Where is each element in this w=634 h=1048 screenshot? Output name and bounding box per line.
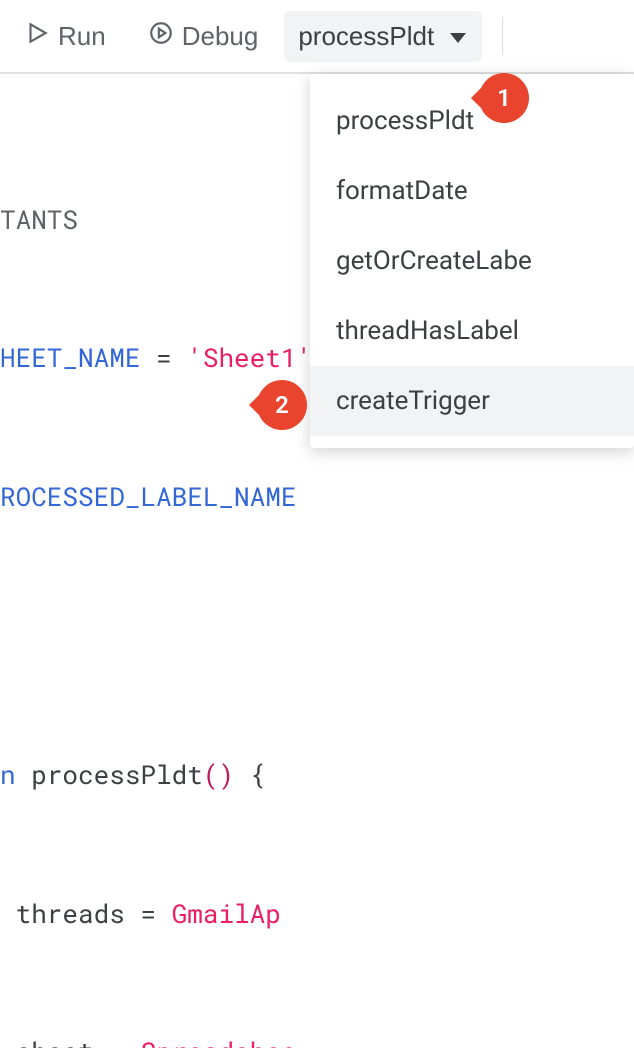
selected-function: processPldt	[298, 21, 434, 52]
debug-button[interactable]: Debug	[132, 10, 275, 63]
function-select-dropdown[interactable]: processPldt	[284, 11, 482, 62]
chevron-down-icon	[448, 21, 468, 52]
dropdown-item-threadHasLabel[interactable]: threadHasLabel	[310, 296, 634, 366]
code-const: HEET_NAME	[0, 341, 140, 375]
debug-label: Debug	[182, 21, 259, 52]
toolbar-divider	[502, 17, 503, 55]
annotation-callout-1: 1	[479, 73, 529, 123]
code-const: ROCESSED_LABEL_NAME	[0, 480, 296, 514]
run-button[interactable]: Run	[8, 10, 122, 63]
debug-icon	[148, 20, 174, 53]
annotation-callout-2: 2	[257, 380, 307, 430]
toolbar: Run Debug processPldt	[0, 0, 634, 74]
code-string: 'Sheet1'	[187, 341, 312, 375]
dropdown-item-getOrCreateLabel[interactable]: getOrCreateLabe	[310, 226, 634, 296]
code-comment: TANTS	[0, 203, 78, 237]
function-dropdown-menu: processPldt formatDate getOrCreateLabe t…	[310, 74, 634, 448]
run-label: Run	[58, 21, 106, 52]
play-icon	[24, 20, 50, 53]
dropdown-item-createTrigger[interactable]: createTrigger	[310, 366, 634, 436]
dropdown-item-formatDate[interactable]: formatDate	[310, 156, 634, 226]
